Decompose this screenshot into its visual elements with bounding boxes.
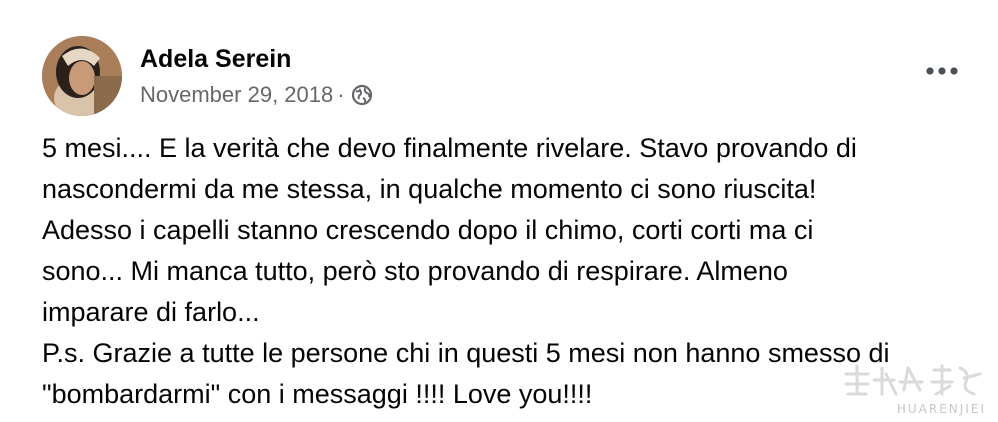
post-text-line: "bombardarmi" con i messaggi !!!! Love y… bbox=[42, 379, 593, 409]
meta-separator: · bbox=[337, 82, 345, 107]
post-text-line: Adesso i capelli stanno crescendo dopo i… bbox=[42, 215, 814, 245]
more-horizontal-icon bbox=[926, 67, 958, 75]
post-meta: Adela Serein November 29, 2018 · bbox=[140, 44, 373, 108]
post-text-line: 5 mesi.... E la verità che devo finalmen… bbox=[42, 133, 857, 163]
globe-icon[interactable] bbox=[351, 84, 373, 106]
post-header: Adela Serein November 29, 2018 · bbox=[42, 30, 373, 122]
watermark-text: HUARENJIEI bbox=[896, 402, 986, 416]
post-text-line: imparare di farlo... bbox=[42, 297, 260, 327]
avatar-image bbox=[42, 36, 122, 116]
post-text: 5 mesi.... E la verità che devo finalmen… bbox=[42, 128, 972, 415]
post-date[interactable]: November 29, 2018 bbox=[140, 82, 333, 108]
post-text-line: P.s. Grazie a tutte le persone chi in qu… bbox=[42, 338, 890, 368]
post-text-line: sono... Mi manca tutto, però sto provand… bbox=[42, 256, 788, 286]
post-card: Adela Serein November 29, 2018 · 5 mesi.… bbox=[6, 6, 992, 416]
more-options-button[interactable] bbox=[920, 56, 964, 86]
avatar[interactable] bbox=[42, 36, 122, 116]
author-name[interactable]: Adela Serein bbox=[140, 44, 373, 74]
post-meta-line: November 29, 2018 · bbox=[140, 82, 373, 108]
post-text-line: nascondermi da me stessa, in qualche mom… bbox=[42, 174, 817, 204]
